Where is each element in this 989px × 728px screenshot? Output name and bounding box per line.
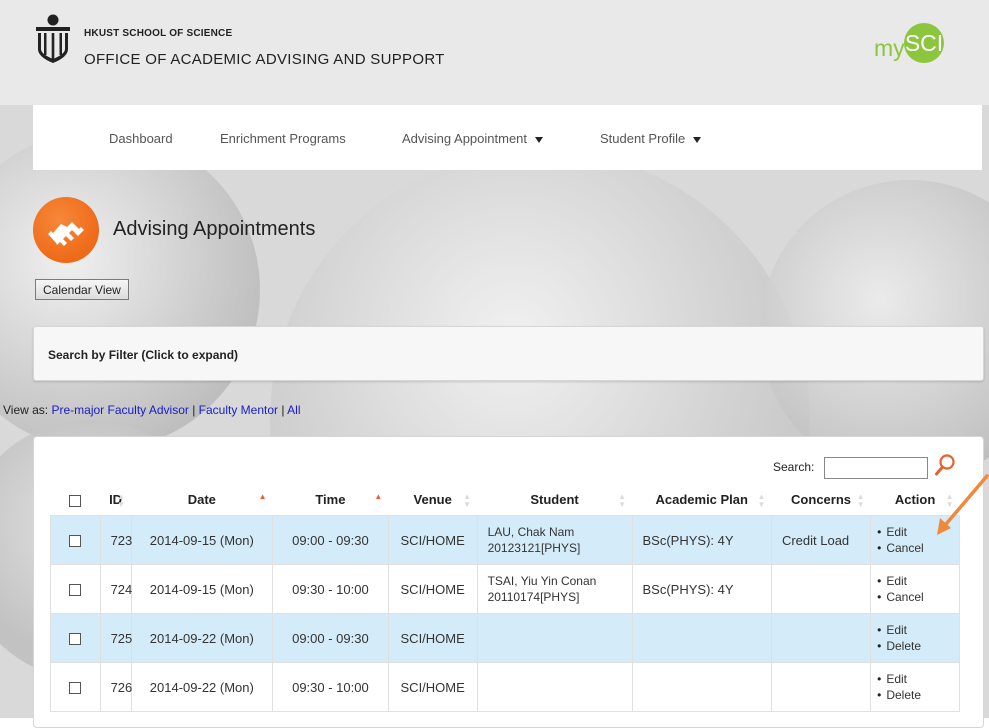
cell-academic-plan — [631, 613, 772, 663]
delete-link[interactable]: Delete — [877, 638, 953, 654]
sort-icon: ▲ ▼ — [463, 492, 472, 509]
cell-concerns — [770, 613, 872, 663]
row-select-cell — [50, 515, 101, 565]
calendar-view-button[interactable]: Calendar View — [35, 279, 129, 300]
cell-time: 09:00 - 09:30 — [272, 613, 389, 663]
cell-action: Edit Delete — [870, 613, 960, 663]
nav-item-student-profile[interactable]: Student Profile — [600, 131, 702, 146]
edit-link[interactable]: Edit — [877, 671, 953, 687]
cell-date: 2014-09-15 (Mon) — [130, 515, 274, 565]
cell-time: 09:30 - 10:00 — [272, 564, 389, 614]
cell-time: 09:30 - 10:00 — [272, 662, 389, 712]
mysci-logo[interactable]: my SCI — [874, 23, 974, 75]
row-checkbox[interactable] — [69, 682, 82, 695]
sort-icon: ▲ ▼ — [856, 492, 865, 509]
col-header-venue[interactable]: Venue ▲ ▼ — [388, 484, 477, 516]
row-select-cell — [50, 564, 101, 614]
table-row: 723 2014-09-15 (Mon) 09:00 - 09:30 SCI/H… — [50, 515, 960, 565]
cell-concerns — [770, 564, 872, 614]
cell-action: Edit Delete — [870, 662, 960, 712]
cell-student: TSAI, Yiu Yin Conan 20110174[PHYS] — [476, 564, 633, 614]
school-name: HKUST SCHOOL OF SCIENCE — [84, 28, 233, 39]
cell-venue: SCI/HOME — [387, 515, 478, 565]
col-header-id[interactable]: ID ▲ ▼ — [100, 484, 131, 516]
caret-down-icon — [693, 136, 702, 143]
view-as-faculty-mentor-link[interactable]: Faculty Mentor — [199, 403, 278, 417]
annotation-arrow-icon — [937, 474, 989, 535]
table-row: 724 2014-09-15 (Mon) 09:30 - 10:00 SCI/H… — [50, 564, 960, 614]
delete-link[interactable]: Delete — [877, 687, 953, 703]
hkust-logo-icon — [36, 14, 70, 63]
handshake-icon — [33, 197, 99, 263]
row-select-cell — [50, 662, 101, 712]
col-header-date[interactable]: Date ▲ — [131, 484, 273, 516]
cell-concerns: Credit Load — [770, 515, 872, 565]
mysci-logo-badge: SCI — [904, 23, 944, 63]
row-checkbox[interactable] — [69, 584, 82, 597]
view-as-all-link[interactable]: All — [287, 403, 300, 417]
row-checkbox[interactable] — [69, 633, 82, 646]
view-as-label: View as: — [3, 403, 49, 417]
col-header-student[interactable]: Student ▲ ▼ — [477, 484, 632, 516]
sort-icon: ▲ ▼ — [618, 492, 627, 509]
view-as-premajor-link[interactable]: Pre-major Faculty Advisor — [51, 403, 188, 417]
nav-item-advising-appointment[interactable]: Advising Appointment — [402, 131, 544, 146]
cell-academic-plan — [631, 662, 772, 712]
caret-down-icon — [535, 136, 544, 143]
cell-concerns — [770, 662, 872, 712]
cell-academic-plan: BSc(PHYS): 4Y — [631, 515, 772, 565]
cell-venue: SCI/HOME — [387, 662, 478, 712]
cell-student — [476, 662, 633, 712]
cell-id: 725 — [99, 613, 132, 663]
cell-time: 09:00 - 09:30 — [272, 515, 389, 565]
nav-item-dashboard[interactable]: Dashboard — [109, 131, 173, 146]
filter-toggle[interactable]: Search by Filter (Click to expand) — [48, 348, 238, 362]
table-row: 725 2014-09-22 (Mon) 09:00 - 09:30 SCI/H… — [50, 613, 960, 663]
select-all-header — [51, 484, 101, 516]
edit-link[interactable]: Edit — [877, 573, 953, 589]
sort-asc-icon: ▲ — [374, 492, 383, 501]
filter-panel[interactable]: Search by Filter (Click to expand) — [33, 326, 984, 381]
page-title: Advising Appointments — [113, 218, 316, 240]
table-row: 726 2014-09-22 (Mon) 09:30 - 10:00 SCI/H… — [50, 662, 960, 712]
col-header-academic-plan[interactable]: Academic Plan ▲ ▼ — [632, 484, 771, 516]
cell-id: 724 — [99, 564, 132, 614]
cell-venue: SCI/HOME — [387, 613, 478, 663]
mysci-logo-prefix: my — [874, 35, 905, 61]
cancel-link[interactable]: Cancel — [877, 589, 953, 605]
appointments-table: ID ▲ ▼ Date ▲ Time ▲ Venue ▲ ▼ Student ▲ ▼ Acade… — [50, 484, 960, 712]
cell-venue: SCI/HOME — [387, 564, 478, 614]
sort-icon: ▲ ▼ — [117, 492, 126, 509]
office-name: OFFICE OF ACADEMIC ADVISING AND SUPPORT — [84, 51, 445, 68]
cell-date: 2014-09-15 (Mon) — [130, 564, 274, 614]
select-all-checkbox[interactable] — [69, 494, 82, 507]
row-select-cell — [50, 613, 101, 663]
sort-icon: ▲ ▼ — [757, 492, 766, 509]
cell-id: 723 — [99, 515, 132, 565]
nav-item-enrichment-programs[interactable]: Enrichment Programs — [220, 131, 346, 146]
cell-student: LAU, Chak Nam 20123121[PHYS] — [476, 515, 633, 565]
edit-link[interactable]: Edit — [877, 622, 953, 638]
cell-date: 2014-09-22 (Mon) — [130, 613, 274, 663]
cell-id: 726 — [99, 662, 132, 712]
cell-action: Edit Cancel — [870, 564, 960, 614]
col-header-time[interactable]: Time ▲ — [273, 484, 389, 516]
cell-academic-plan: BSc(PHYS): 4Y — [631, 564, 772, 614]
col-header-concerns[interactable]: Concerns ▲ ▼ — [771, 484, 870, 516]
view-as-bar: View as: Pre-major Faculty Advisor | Fac… — [3, 403, 301, 417]
row-checkbox[interactable] — [69, 535, 82, 548]
sort-asc-icon: ▲ — [258, 492, 267, 501]
main-nav: Dashboard Enrichment Programs Advising A… — [33, 105, 982, 170]
search-input[interactable] — [824, 457, 928, 479]
cell-date: 2014-09-22 (Mon) — [130, 662, 274, 712]
cell-student — [476, 613, 633, 663]
search-label: Search: — [773, 460, 815, 474]
